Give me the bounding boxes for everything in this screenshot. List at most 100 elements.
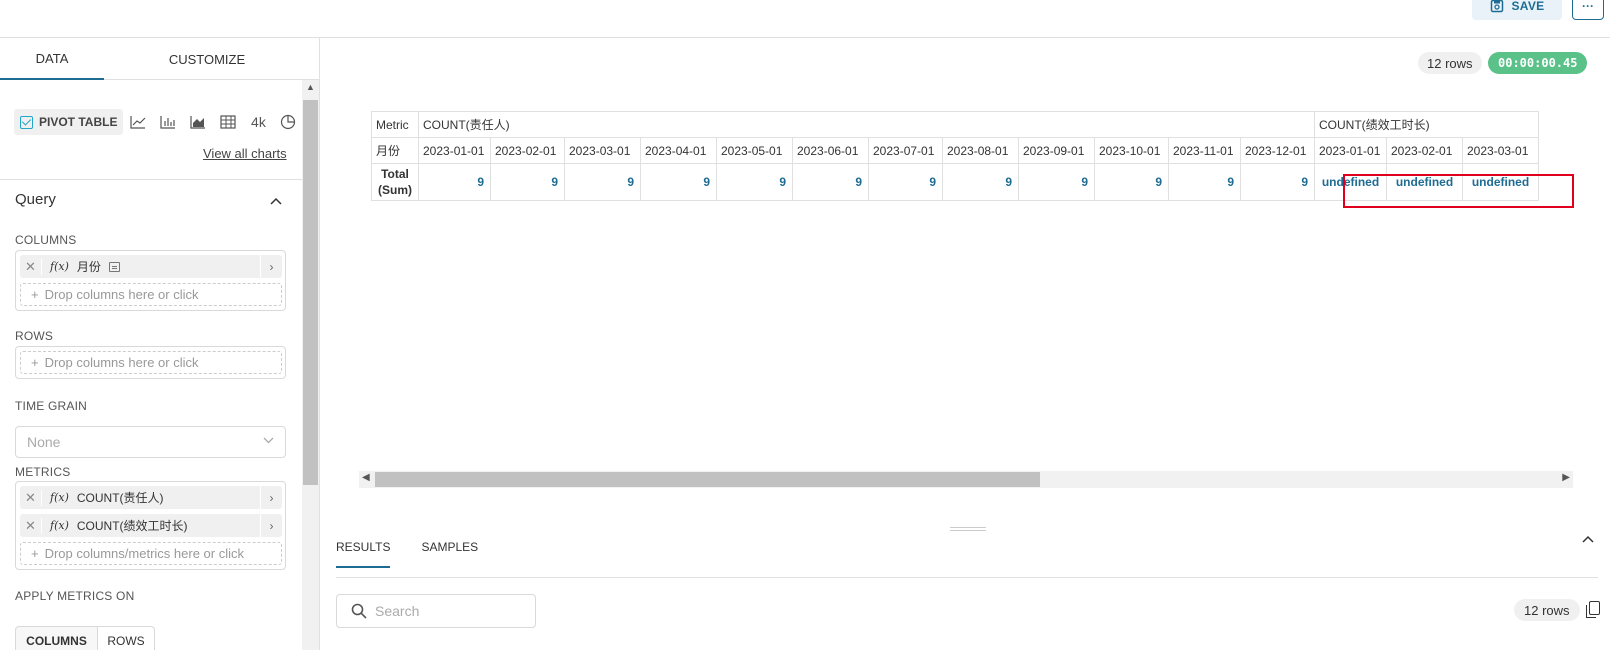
date-header-cell: 2023-08-01 (942, 137, 1019, 164)
tab-customize[interactable]: CUSTOMIZE (104, 38, 310, 80)
value-cell: 9 (1094, 163, 1169, 201)
chevron-right-icon[interactable]: › (260, 255, 282, 278)
value-cell: 9 (792, 163, 869, 201)
search-placeholder: Search (375, 603, 420, 619)
value-cell: 9 (564, 163, 641, 201)
date-header-cell: 2023-04-01 (640, 137, 717, 164)
value-cell: 9 (1018, 163, 1095, 201)
date-header-cell: 2023-02-01 (1386, 137, 1463, 164)
save-button[interactable]: SAVE (1472, 0, 1562, 20)
big-number-icon[interactable]: 4k (243, 109, 273, 135)
metric-2-header: COUNT(绩效工时长) (1314, 111, 1539, 138)
apply-columns-option[interactable]: COLUMNS (15, 626, 98, 650)
resize-grip[interactable] (950, 527, 986, 531)
close-icon[interactable]: ✕ (20, 517, 42, 534)
chevron-right-icon[interactable]: › (260, 514, 282, 537)
query-section-title[interactable]: Query (15, 191, 56, 208)
scroll-right-icon[interactable]: ▶ (1562, 472, 1570, 483)
scroll-up-icon[interactable]: ▲ (306, 82, 315, 92)
bar-chart-icon[interactable] (153, 109, 183, 135)
date-header-cell: 2023-12-01 (1240, 137, 1315, 164)
metric-label-2: COUNT(绩效工时长) (76, 519, 188, 533)
search-icon (351, 603, 367, 619)
close-icon[interactable]: ✕ (20, 258, 42, 275)
chevron-up-icon[interactable] (1582, 532, 1594, 546)
view-all-charts-link[interactable]: View all charts (203, 146, 287, 161)
date-header-row: 月份 2023-01-01 2023-02-01 2023-03-01 2023-04… (371, 137, 1539, 164)
chevron-right-icon[interactable]: › (260, 486, 282, 509)
plus-icon: + (31, 355, 39, 370)
area-chart-icon[interactable] (183, 109, 213, 135)
results-tabs: RESULTS SAMPLES (336, 540, 478, 568)
date-header-cell: 2023-01-01 (418, 137, 491, 164)
table-hscrollbar[interactable]: ◀ ▶ (359, 471, 1573, 488)
time-grain-label: TIME GRAIN (15, 399, 88, 413)
apply-rows-option[interactable]: ROWS (98, 626, 155, 650)
metrics-label: METRICS (15, 465, 71, 479)
apply-metrics-label: APPLY METRICS ON (15, 589, 135, 603)
drop-columns-zone[interactable]: + Drop columns here or click (20, 283, 282, 306)
apply-metrics-toggle: COLUMNS ROWS (15, 626, 155, 650)
date-header-cell: 2023-03-01 (1462, 137, 1539, 164)
value-cell: 9 (942, 163, 1019, 201)
copy-icon[interactable] (1586, 601, 1600, 618)
value-cell: 9 (640, 163, 717, 201)
metric-label-1: COUNT(责任人) (76, 491, 164, 505)
fx-icon: f(x) (50, 260, 69, 273)
divider (0, 179, 302, 180)
value-cell: 9 (716, 163, 793, 201)
time-grain-select[interactable]: None (15, 426, 286, 458)
divider (336, 577, 1598, 578)
viz-type-row: PIVOT TABLE 4k (14, 108, 303, 136)
more-options-button[interactable]: ··· (1572, 0, 1604, 20)
time-grain-value: None (27, 434, 61, 450)
check-icon (20, 115, 33, 129)
table-icon[interactable] (213, 109, 243, 135)
tab-data[interactable]: DATA (0, 38, 104, 80)
date-header-cell: 2023-01-01 (1314, 137, 1387, 164)
value-cell: 9 (868, 163, 943, 201)
columns-box: ✕ f(x) 月份 › + Drop columns here or click (15, 250, 286, 311)
hscroll-thumb[interactable] (375, 472, 1040, 487)
date-header-cell: 2023-09-01 (1018, 137, 1095, 164)
rows-label: ROWS (15, 329, 54, 343)
metric-header-cell: Metric (371, 111, 419, 138)
drop-metrics-zone[interactable]: + Drop columns/metrics here or click (20, 542, 282, 565)
panel-scrollbar[interactable]: ▲ (302, 80, 319, 650)
metric-pill-1[interactable]: ✕ f(x) COUNT(责任人) › (20, 486, 282, 509)
close-icon[interactable]: ✕ (20, 489, 42, 506)
chevron-down-icon (263, 435, 274, 447)
results-row-count: 12 rows (1514, 599, 1580, 621)
scrollbar-thumb[interactable] (303, 100, 318, 485)
total-label: Total (Sum) (378, 167, 412, 197)
tab-results[interactable]: RESULTS (336, 540, 391, 568)
search-input[interactable]: Search (336, 594, 536, 628)
tab-samples[interactable]: SAMPLES (421, 540, 478, 568)
fx-icon: f(x) (50, 491, 69, 504)
plus-icon: + (31, 287, 39, 302)
date-header-cell: 2023-11-01 (1168, 137, 1241, 164)
line-chart-icon[interactable] (123, 109, 153, 135)
calculator-icon (108, 261, 120, 272)
chevron-up-icon[interactable] (270, 194, 282, 208)
viz-pivot-label: PIVOT TABLE (39, 115, 118, 129)
total-label-cell: Total (Sum) (371, 163, 419, 201)
rows-box: + Drop columns here or click (15, 346, 286, 379)
date-header-cell: 2023-07-01 (868, 137, 943, 164)
drop-rows-text: Drop columns here or click (44, 355, 199, 370)
drop-rows-zone[interactable]: + Drop columns here or click (20, 351, 282, 374)
row-count-badge: 12 rows (1418, 52, 1482, 74)
viz-pivot-table[interactable]: PIVOT TABLE (14, 109, 124, 135)
chart-area: 12 rows 00:00:00.45 Metric COUNT(责任人) CO… (320, 38, 1610, 650)
pie-chart-icon[interactable] (273, 109, 303, 135)
date-header-cell: 2023-03-01 (564, 137, 641, 164)
column-pill[interactable]: ✕ f(x) 月份 › (20, 255, 282, 278)
value-cell: 9 (490, 163, 565, 201)
metric-header-row: Metric COUNT(责任人) COUNT(绩效工时长) (371, 111, 1539, 138)
date-header-cell: 2023-06-01 (792, 137, 869, 164)
value-cell: 9 (1168, 163, 1241, 201)
columns-label: COLUMNS (15, 233, 77, 247)
date-header-cell: 2023-10-01 (1094, 137, 1169, 164)
metric-pill-2[interactable]: ✕ f(x) COUNT(绩效工时长) › (20, 514, 282, 537)
scroll-left-icon[interactable]: ◀ (362, 472, 370, 483)
